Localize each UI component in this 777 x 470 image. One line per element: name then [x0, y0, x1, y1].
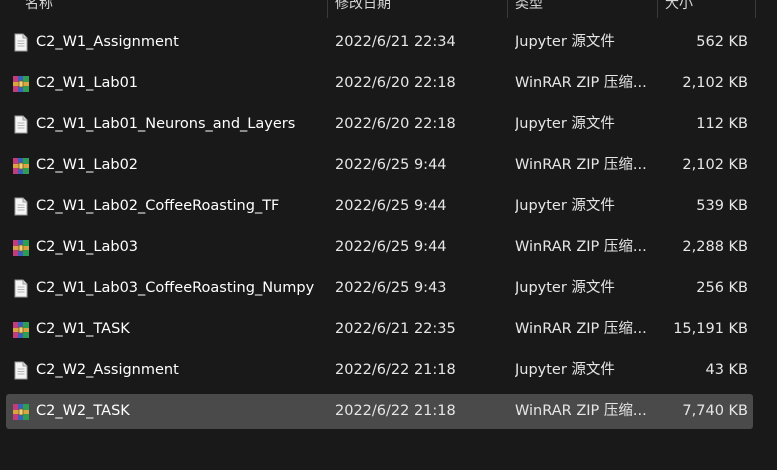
file-type: Jupyter 源文件: [515, 280, 615, 296]
column-header-type[interactable]: 类型: [507, 0, 543, 18]
document-icon: [12, 197, 30, 216]
file-name: C2_W1_Assignment: [36, 34, 179, 50]
file-row[interactable]: C2_W1_TASK 2022/6/21 22:35 WinRAR ZIP 压缩..…: [6, 312, 753, 347]
file-modified-date: 2022/6/20 22:18: [335, 116, 456, 132]
file-type: WinRAR ZIP 压缩...: [515, 321, 647, 337]
file-row[interactable]: C2_W1_Lab02 2022/6/25 9:44 WinRAR ZIP 压缩..…: [6, 148, 753, 183]
file-type: WinRAR ZIP 压缩...: [515, 157, 647, 173]
file-row[interactable]: C2_W2_TASK 2022/6/22 21:18 WinRAR ZIP 压缩..…: [6, 394, 753, 429]
file-row[interactable]: C2_W2_Assignment 2022/6/22 21:18 Jupyter 源…: [6, 353, 753, 388]
file-modified-date: 2022/6/25 9:44: [335, 157, 447, 173]
column-header-name[interactable]: 名称: [17, 0, 53, 18]
file-modified-date: 2022/6/25 9:43: [335, 280, 447, 296]
file-name: C2_W1_Lab02_CoffeeRoasting_TF: [36, 198, 280, 214]
file-size: 256 KB: [696, 280, 748, 296]
file-name: C2_W1_Lab02: [36, 157, 139, 173]
file-type: WinRAR ZIP 压缩...: [515, 75, 647, 91]
file-size: 112 KB: [696, 116, 748, 132]
file-name: C2_W1_TASK: [36, 321, 130, 337]
file-name: C2_W1_Lab01_Neurons_and_Layers: [36, 116, 296, 132]
file-row[interactable]: C2_W1_Lab03 2022/6/25 9:44 WinRAR ZIP 压缩..…: [6, 230, 753, 265]
file-type: Jupyter 源文件: [515, 362, 615, 378]
file-row[interactable]: C2_W1_Lab02_CoffeeRoasting_TF 2022/6/25 9…: [6, 189, 753, 224]
document-icon: [12, 361, 30, 380]
file-type: WinRAR ZIP 压缩...: [515, 239, 647, 255]
winrar-archive-icon: [12, 238, 30, 257]
file-modified-date: 2022/6/21 22:34: [335, 34, 456, 50]
file-size: 43 KB: [705, 362, 748, 378]
file-row[interactable]: C2_W1_Lab01 2022/6/20 22:18 WinRAR ZIP 压缩.…: [6, 66, 753, 101]
file-type: Jupyter 源文件: [515, 116, 615, 132]
winrar-archive-icon: [12, 402, 30, 421]
document-icon: [12, 115, 30, 134]
winrar-archive-icon: [12, 156, 30, 175]
document-icon: [12, 33, 30, 52]
winrar-archive-icon: [12, 320, 30, 339]
file-modified-date: 2022/6/22 21:18: [335, 403, 456, 419]
file-name: C2_W1_Lab01: [36, 75, 139, 91]
file-modified-date: 2022/6/25 9:44: [335, 198, 447, 214]
winrar-archive-icon: [12, 74, 30, 93]
file-size: 2,102 KB: [682, 75, 748, 91]
file-modified-date: 2022/6/21 22:35: [335, 321, 456, 337]
file-name: C2_W2_Assignment: [36, 362, 179, 378]
column-header-size[interactable]: 大小: [657, 0, 693, 18]
file-name: C2_W1_Lab03: [36, 239, 139, 255]
file-type: Jupyter 源文件: [515, 34, 615, 50]
file-modified-date: 2022/6/25 9:44: [335, 239, 447, 255]
file-name: C2_W2_TASK: [36, 403, 130, 419]
file-size: 7,740 KB: [682, 403, 748, 419]
file-type: WinRAR ZIP 压缩...: [515, 403, 647, 419]
file-size: 2,102 KB: [682, 157, 748, 173]
file-size: 15,191 KB: [673, 321, 748, 337]
file-row[interactable]: C2_W1_Lab03_CoffeeRoasting_Numpy 2022/6/2…: [6, 271, 753, 306]
column-header-bar: 名称 修改日期 类型 大小: [0, 0, 777, 18]
file-size: 562 KB: [696, 34, 748, 50]
column-divider[interactable]: [755, 0, 756, 18]
column-header-modified[interactable]: 修改日期: [327, 0, 391, 18]
file-size: 2,288 KB: [682, 239, 748, 255]
file-modified-date: 2022/6/22 21:18: [335, 362, 456, 378]
file-type: Jupyter 源文件: [515, 198, 615, 214]
file-row[interactable]: C2_W1_Lab01_Neurons_and_Layers 2022/6/20 …: [6, 107, 753, 142]
file-name: C2_W1_Lab03_CoffeeRoasting_Numpy: [36, 280, 315, 296]
file-modified-date: 2022/6/20 22:18: [335, 75, 456, 91]
file-size: 539 KB: [696, 198, 748, 214]
document-icon: [12, 279, 30, 298]
file-row[interactable]: C2_W1_Assignment 2022/6/21 22:34 Jupyter 源…: [6, 25, 753, 60]
